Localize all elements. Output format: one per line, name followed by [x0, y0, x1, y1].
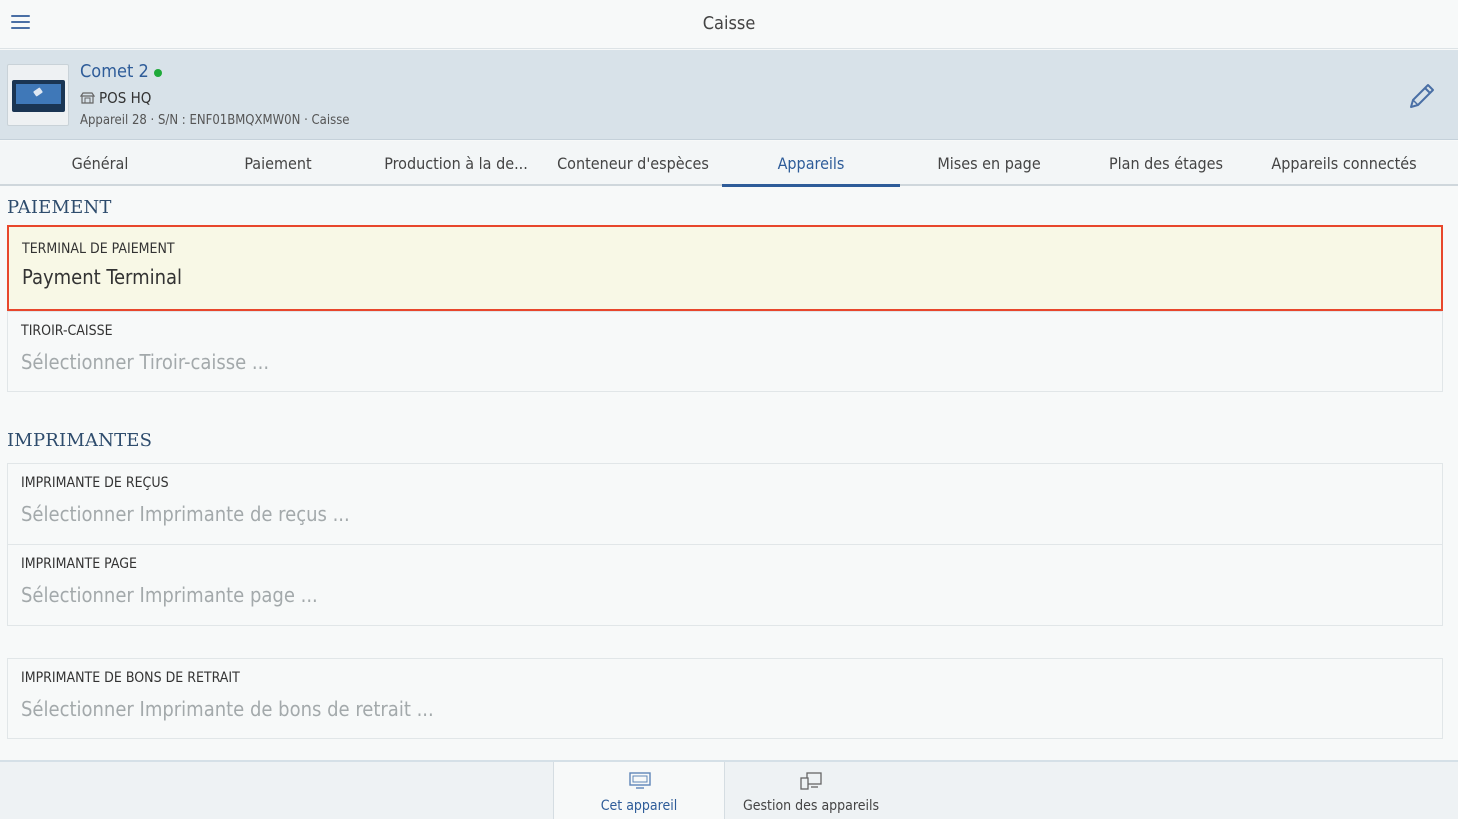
- tab-payment[interactable]: Paiement: [189, 141, 367, 186]
- tab-bar: Général Paiement Production à la de... C…: [0, 141, 1458, 187]
- payment-terminal-field[interactable]: TERMINAL DE PAIEMENT Payment Terminal: [7, 225, 1443, 311]
- page-printer-field[interactable]: IMPRIMANTE PAGE Sélectionner Imprimante …: [7, 544, 1443, 626]
- bottom-nav: Cet appareil Gestion des appareils: [0, 760, 1458, 819]
- monitor-icon: [629, 772, 651, 790]
- tab-production[interactable]: Production à la de...: [367, 141, 545, 186]
- store-name: POS HQ: [99, 89, 152, 107]
- tab-floor-plans[interactable]: Plan des étages: [1077, 141, 1255, 186]
- tab-connected-devices[interactable]: Appareils connectés: [1255, 141, 1433, 186]
- terminal-icon: [12, 80, 65, 112]
- device-name: Comet 2: [80, 61, 149, 82]
- section-title-printers: IMPRIMANTES: [7, 430, 153, 451]
- field-placeholder: Sélectionner Imprimante de reçus ...: [21, 502, 350, 526]
- page-title: Caisse: [702, 13, 756, 34]
- store-line: POS HQ: [79, 89, 152, 107]
- online-status-icon: [154, 69, 162, 77]
- nav-label: Gestion des appareils: [742, 798, 880, 814]
- device-header: Comet 2 POS HQ Appareil 28 · S/N : ENF01…: [0, 50, 1458, 140]
- field-label: TERMINAL DE PAIEMENT: [22, 241, 175, 257]
- device-meta: Appareil 28 · S/N : ENF01BMQXMW0N · Cais…: [80, 113, 350, 128]
- field-value: Payment Terminal: [22, 265, 183, 289]
- tab-cash-container[interactable]: Conteneur d'espèces: [544, 141, 722, 186]
- field-label: IMPRIMANTE PAGE: [21, 556, 137, 572]
- cash-drawer-field[interactable]: TIROIR-CAISSE Sélectionner Tiroir-caisse…: [7, 311, 1443, 392]
- tab-general[interactable]: Général: [11, 141, 189, 186]
- pickup-printer-field[interactable]: IMPRIMANTE DE BONS DE RETRAIT Sélectionn…: [7, 658, 1443, 739]
- nav-this-device[interactable]: Cet appareil: [553, 762, 725, 819]
- field-label: TIROIR-CAISSE: [21, 323, 113, 339]
- field-label: IMPRIMANTE DE BONS DE RETRAIT: [21, 670, 240, 686]
- tab-layouts[interactable]: Mises en page: [900, 141, 1078, 186]
- store-icon: [79, 92, 96, 104]
- nav-device-management[interactable]: Gestion des appareils: [725, 762, 897, 819]
- section-title-payment: PAIEMENT: [7, 197, 112, 218]
- device-thumbnail: [7, 64, 69, 126]
- field-placeholder: Sélectionner Imprimante page ...: [21, 583, 318, 607]
- field-placeholder: Sélectionner Imprimante de bons de retra…: [21, 697, 434, 721]
- tab-devices[interactable]: Appareils: [722, 141, 900, 187]
- top-bar: Caisse: [0, 0, 1458, 49]
- nav-label: Cet appareil: [600, 798, 678, 814]
- edit-pencil-icon[interactable]: [1404, 80, 1438, 114]
- devices-icon: [800, 772, 822, 790]
- field-label: IMPRIMANTE DE REÇUS: [21, 475, 169, 491]
- receipt-printer-field[interactable]: IMPRIMANTE DE REÇUS Sélectionner Imprima…: [7, 463, 1443, 545]
- field-placeholder: Sélectionner Tiroir-caisse ...: [21, 350, 270, 374]
